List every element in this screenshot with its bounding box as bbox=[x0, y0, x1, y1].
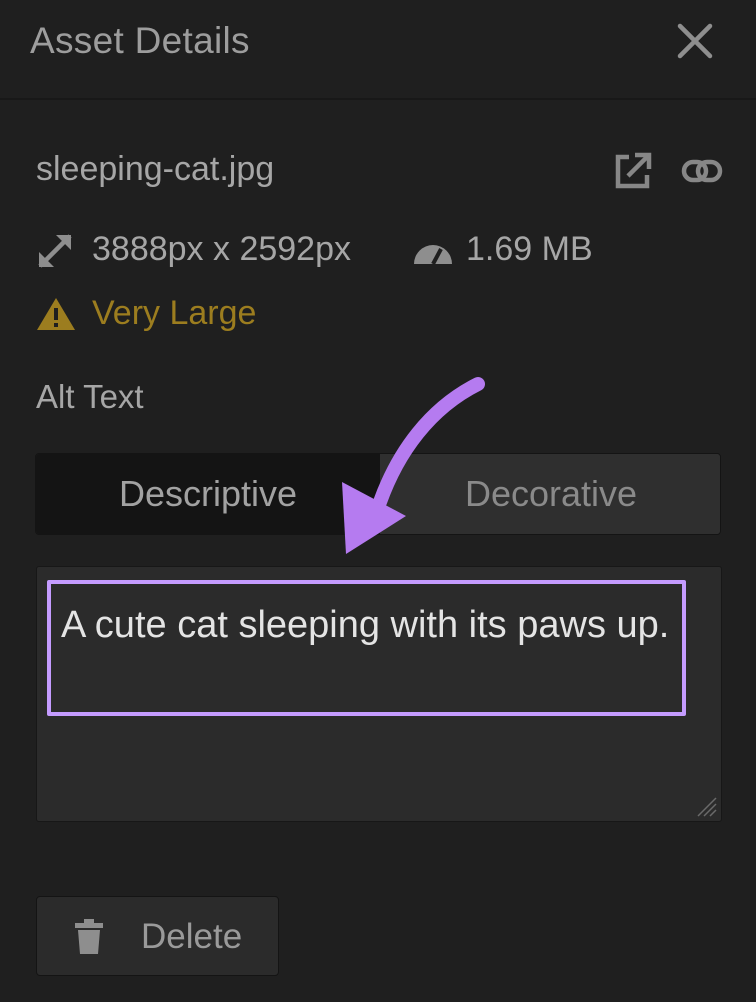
asset-meta-row: 3888px x 2592px 1.69 MB bbox=[36, 228, 736, 274]
warning-text: Very Large bbox=[92, 294, 257, 332]
link-icon bbox=[681, 159, 723, 183]
descriptive-option[interactable]: Descriptive bbox=[36, 454, 380, 534]
delete-button[interactable]: Delete bbox=[36, 896, 279, 976]
size-warning: Very Large bbox=[36, 292, 536, 338]
alt-text-mode-toggle: Descriptive Decorative bbox=[35, 453, 721, 535]
resize-arrows-icon bbox=[38, 234, 72, 268]
panel-header: Asset Details bbox=[0, 0, 756, 100]
alt-text-label: Alt Text bbox=[36, 378, 144, 415]
close-button[interactable] bbox=[672, 18, 718, 64]
resize-grip-icon[interactable] bbox=[695, 795, 717, 817]
asset-details-panel: Asset Details sleeping-cat.jpg 3888px x … bbox=[0, 0, 756, 1002]
external-link-icon bbox=[615, 152, 652, 189]
warning-triangle-icon bbox=[37, 298, 75, 330]
alt-text-input[interactable]: A cute cat sleeping with its paws up. bbox=[36, 566, 722, 822]
gauge-icon bbox=[414, 245, 452, 265]
open-in-new-tab-button[interactable] bbox=[612, 150, 654, 192]
panel-title: Asset Details bbox=[30, 20, 250, 61]
decorative-option[interactable]: Decorative bbox=[380, 454, 720, 534]
alt-text-value: A cute cat sleeping with its paws up. bbox=[61, 604, 670, 646]
asset-filename: sleeping-cat.jpg bbox=[36, 150, 275, 188]
copy-link-button[interactable] bbox=[681, 154, 723, 188]
asset-dimensions: 3888px x 2592px bbox=[92, 230, 351, 268]
close-icon bbox=[677, 23, 713, 59]
delete-label: Delete bbox=[141, 917, 243, 956]
trash-icon bbox=[75, 919, 103, 954]
asset-file-size: 1.69 MB bbox=[466, 230, 593, 268]
